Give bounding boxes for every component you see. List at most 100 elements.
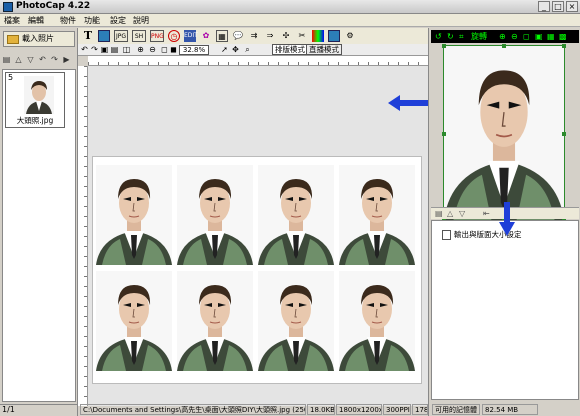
photo-tile[interactable] bbox=[258, 271, 334, 371]
rotate-left-icon[interactable]: ↶ bbox=[38, 55, 47, 65]
folder-icon bbox=[7, 35, 19, 44]
screen-tool-icon[interactable] bbox=[328, 30, 340, 42]
crop-icon[interactable]: ⌗ bbox=[459, 31, 464, 42]
photo-tile[interactable] bbox=[258, 165, 334, 265]
preview-portrait bbox=[443, 45, 565, 221]
menu-bar: 檔案 編輯 物件 功能 設定 說明 bbox=[0, 14, 580, 27]
rotate-label[interactable]: 旋轉 bbox=[471, 31, 487, 42]
select-arrow-icon[interactable]: ➚ bbox=[220, 45, 229, 55]
live-mode-button[interactable]: 直播模式 bbox=[306, 44, 342, 55]
settings-up-icon[interactable]: △ bbox=[447, 209, 453, 218]
cut-tool-icon[interactable]: ✂ bbox=[296, 30, 308, 42]
color-tool-icon[interactable] bbox=[312, 30, 324, 42]
paste-icon[interactable]: ▤ bbox=[110, 45, 119, 55]
settings-down-icon[interactable]: ▽ bbox=[459, 209, 465, 218]
photo-tile[interactable] bbox=[96, 165, 172, 265]
move-up-icon[interactable]: △ bbox=[14, 55, 23, 65]
next-icon[interactable]: ▶ bbox=[62, 55, 71, 65]
clock-icon[interactable]: ◷ bbox=[168, 30, 180, 42]
image-dpi: 300PPI bbox=[383, 404, 411, 415]
menu-edit[interactable]: 編輯 bbox=[28, 15, 44, 26]
thumbnail-caption: 大頭照.jpg bbox=[16, 116, 54, 125]
preview-fit-icon[interactable]: ◻ bbox=[523, 31, 530, 42]
menu-settings[interactable]: 設定 bbox=[110, 15, 126, 26]
photo-tile[interactable] bbox=[96, 271, 172, 371]
preview-zoom-out-icon[interactable]: ⊖ bbox=[511, 31, 518, 42]
rotate-right-icon[interactable]: ↷ bbox=[50, 55, 59, 65]
preview-zoom-in-icon[interactable]: ⊕ bbox=[499, 31, 506, 42]
thumbnail-list[interactable]: 5 大頭照.jpg bbox=[2, 69, 76, 402]
settings-tool-icon[interactable]: ⚙ bbox=[344, 30, 356, 42]
undo-icon[interactable]: ↶ bbox=[80, 45, 89, 55]
document-icon bbox=[442, 230, 451, 240]
print-sheet bbox=[92, 156, 422, 384]
preview-full-icon[interactable]: ▦ bbox=[547, 31, 555, 42]
photo-tile[interactable] bbox=[177, 271, 253, 371]
photo-tile[interactable] bbox=[339, 165, 415, 265]
left-panel: 載入照片 ▤ △ ▽ ↶ ↷ ▶ 5 大頭照.jpg 1/1 bbox=[0, 28, 78, 416]
copy-icon[interactable]: ▣ bbox=[100, 45, 109, 55]
frame-tool-icon[interactable]: JPG bbox=[114, 30, 128, 42]
image-tool-icon[interactable] bbox=[98, 30, 110, 42]
layout-mode-button[interactable]: 排版模式 bbox=[272, 44, 308, 55]
crop-handle[interactable] bbox=[442, 132, 446, 136]
settings-delete-icon[interactable]: ▤ bbox=[435, 209, 443, 218]
down-arrow-icon bbox=[499, 202, 515, 236]
line-tool-icon[interactable]: ⇉ bbox=[248, 30, 260, 42]
settings-collapse-icon[interactable]: ⇤ bbox=[483, 209, 490, 218]
crop-handle[interactable] bbox=[442, 44, 446, 48]
editor-area: T JPG SH PNG ◷ EDIT ✿ ▦ 💬 ⇉ ⇒ ✣ ✂ ⚙ ↶ ↷ … bbox=[78, 28, 428, 416]
title-bar: PhotoCap 4.22 _ □ × bbox=[0, 0, 580, 14]
thumbnail-item[interactable]: 5 大頭照.jpg bbox=[5, 72, 65, 128]
crop-handle[interactable] bbox=[562, 132, 566, 136]
minimize-button[interactable]: _ bbox=[538, 1, 550, 12]
preview-grid-icon[interactable]: ▩ bbox=[559, 31, 567, 42]
text-tool-icon[interactable]: T bbox=[82, 30, 94, 42]
left-toolbar: ▤ △ ▽ ↶ ↷ ▶ bbox=[2, 55, 76, 67]
object-toolbar: T JPG SH PNG ◷ EDIT ✿ ▦ 💬 ⇉ ⇒ ✣ ✂ ⚙ bbox=[78, 28, 428, 44]
memory-value: 82.54 MB bbox=[482, 404, 538, 415]
preview-actual-icon[interactable]: ▣ bbox=[535, 31, 543, 42]
status-field: 178 bbox=[412, 404, 428, 415]
menu-help[interactable]: 說明 bbox=[133, 15, 149, 26]
zoom-out-icon[interactable]: ⊖ bbox=[148, 45, 157, 55]
mask-tool-icon[interactable]: SH bbox=[132, 30, 146, 42]
edit-tool-icon[interactable]: EDIT bbox=[184, 30, 198, 42]
status-bar: C:\Documents and Settings\高先生\桌面\大頭照DIY\… bbox=[0, 378, 580, 416]
horizontal-ruler bbox=[88, 56, 428, 66]
layout-canvas[interactable] bbox=[88, 66, 428, 406]
maximize-button[interactable]: □ bbox=[552, 1, 564, 12]
menu-function[interactable]: 功能 bbox=[84, 15, 100, 26]
settings-tree: 輸出與版面大小設定 bbox=[431, 220, 579, 400]
rotate-ccw-icon[interactable]: ↺ bbox=[435, 31, 442, 42]
photo-tile[interactable] bbox=[339, 271, 415, 371]
close-button[interactable]: × bbox=[566, 1, 578, 12]
calendar-icon[interactable]: ▦ bbox=[216, 30, 228, 42]
png-tool-icon[interactable]: PNG bbox=[150, 30, 164, 42]
menu-file[interactable]: 檔案 bbox=[4, 15, 20, 26]
crop-handle[interactable] bbox=[502, 44, 506, 48]
thumbnail-index: 5 bbox=[8, 73, 14, 82]
crop-preview[interactable] bbox=[442, 44, 566, 222]
vertical-ruler bbox=[78, 66, 88, 406]
photo-tile[interactable] bbox=[177, 165, 253, 265]
arrow-tool-icon[interactable]: ⇒ bbox=[264, 30, 276, 42]
zoom-tool-icon[interactable]: ⌕ bbox=[243, 45, 252, 55]
zoom-in-icon[interactable]: ⊕ bbox=[136, 45, 145, 55]
crop-handle[interactable] bbox=[562, 44, 566, 48]
move-icon[interactable]: ✥ bbox=[231, 45, 240, 55]
redo-icon[interactable]: ↷ bbox=[90, 45, 99, 55]
paint-icon[interactable]: ✿ bbox=[200, 30, 212, 42]
rotate-cw-icon[interactable]: ↻ bbox=[447, 31, 454, 42]
fit-icon[interactable]: ◻ bbox=[160, 45, 169, 55]
speech-bubble-icon[interactable]: 💬 bbox=[232, 30, 244, 42]
menu-object[interactable]: 物件 bbox=[60, 15, 76, 26]
shape-tool-icon[interactable]: ✣ bbox=[280, 30, 292, 42]
file-path: C:\Documents and Settings\高先生\桌面\大頭照DIY\… bbox=[80, 404, 306, 415]
layers-icon[interactable]: ◫ bbox=[122, 45, 131, 55]
delete-icon[interactable]: ▤ bbox=[2, 55, 11, 65]
actual-size-icon[interactable]: ◼ bbox=[169, 45, 178, 55]
zoom-level[interactable]: 32.8% bbox=[179, 45, 209, 55]
move-down-icon[interactable]: ▽ bbox=[26, 55, 35, 65]
load-photo-button[interactable]: 載入照片 bbox=[3, 31, 75, 47]
